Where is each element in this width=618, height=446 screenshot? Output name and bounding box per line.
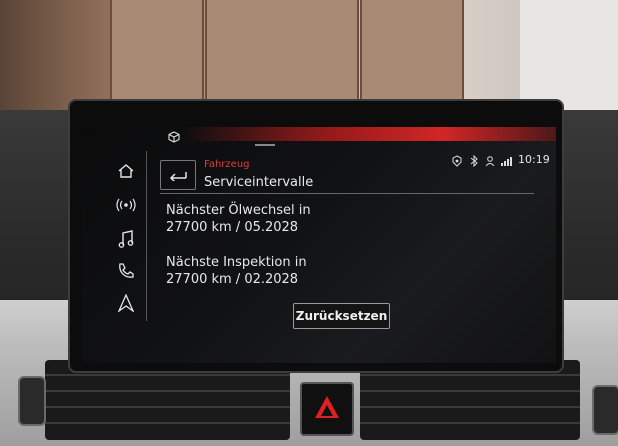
home-icon bbox=[117, 163, 135, 179]
sidebar-item-home[interactable] bbox=[106, 155, 146, 187]
sidebar-item-media[interactable] bbox=[106, 223, 146, 255]
inspection-value: 27700 km / 02.2028 bbox=[166, 272, 299, 287]
reset-button[interactable]: Zurücksetzen bbox=[293, 303, 390, 329]
pull-down-handle[interactable] bbox=[255, 144, 275, 146]
air-vent-left bbox=[45, 360, 290, 440]
oil-change-value: 27700 km / 05.2028 bbox=[166, 220, 299, 235]
breadcrumb[interactable]: Fahrzeug bbox=[204, 159, 250, 170]
radio-icon bbox=[115, 198, 137, 212]
phone-icon bbox=[117, 262, 135, 280]
signal-icon bbox=[500, 155, 514, 169]
clock: 10:19 bbox=[518, 153, 550, 166]
screen-reflection bbox=[182, 127, 556, 141]
vent-knob-left[interactable] bbox=[18, 376, 46, 426]
back-button[interactable] bbox=[160, 160, 196, 190]
vent-knob-right[interactable] bbox=[592, 385, 618, 435]
sidebar-item-radio[interactable] bbox=[106, 189, 146, 221]
sidebar bbox=[106, 151, 147, 321]
hazard-button[interactable] bbox=[300, 382, 354, 436]
cube-icon[interactable] bbox=[168, 131, 180, 143]
sidebar-item-phone[interactable] bbox=[106, 255, 146, 287]
inspection-label: Nächste Inspektion in bbox=[166, 255, 307, 270]
music-icon bbox=[118, 230, 134, 248]
header-divider bbox=[160, 193, 534, 194]
air-vent-right bbox=[360, 360, 580, 440]
car-connect-icon bbox=[451, 155, 463, 169]
navigation-icon bbox=[118, 294, 134, 312]
page-title: Serviceintervalle bbox=[204, 175, 314, 190]
bluetooth-icon bbox=[469, 154, 479, 169]
back-arrow-icon bbox=[168, 166, 188, 185]
sidebar-item-navigation[interactable] bbox=[106, 287, 146, 319]
user-icon bbox=[485, 155, 495, 169]
oil-change-label: Nächster Ölwechsel in bbox=[166, 203, 311, 218]
